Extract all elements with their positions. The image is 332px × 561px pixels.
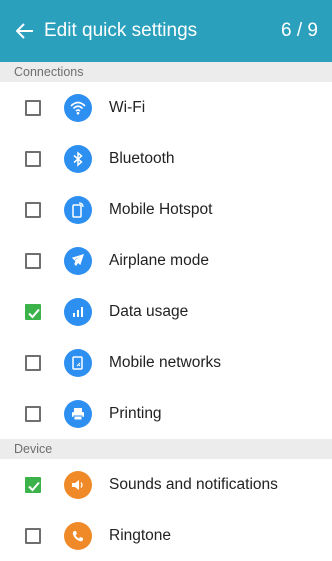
- list-item-label: Printing: [109, 404, 162, 422]
- printer-icon: [64, 399, 92, 428]
- app-bar: Edit quick settings 6 / 9: [0, 0, 332, 62]
- list-item-printing[interactable]: Printing: [0, 388, 332, 439]
- back-arrow-icon[interactable]: [14, 20, 36, 42]
- ringtone-icon: [64, 521, 92, 550]
- checkbox[interactable]: [25, 405, 41, 422]
- list-item-label: Bluetooth: [109, 149, 175, 167]
- list-item-mobile-hotspot[interactable]: Mobile Hotspot: [0, 184, 332, 235]
- list-item-label: Airplane mode: [109, 251, 209, 269]
- list-item-sounds-notifications[interactable]: Sounds and notifications: [0, 459, 332, 510]
- checkbox-checked[interactable]: [25, 303, 41, 320]
- selection-count: 6 / 9: [281, 20, 318, 41]
- list-item-label: Mobile Hotspot: [109, 200, 213, 218]
- list-item-data-usage[interactable]: Data usage: [0, 286, 332, 337]
- list-item-bluetooth[interactable]: Bluetooth: [0, 133, 332, 184]
- list-item-label: Data usage: [109, 302, 189, 320]
- check-icon: [28, 481, 40, 491]
- checkbox[interactable]: [25, 201, 41, 218]
- section-header-connections: Connections: [0, 62, 332, 82]
- checkbox-checked[interactable]: [25, 476, 41, 493]
- airplane-icon: [64, 246, 92, 275]
- list-item-label: Ringtone: [109, 526, 172, 544]
- bluetooth-icon: [64, 144, 92, 173]
- page-title: Edit quick settings: [44, 20, 198, 41]
- list-item-airplane-mode[interactable]: Airplane mode: [0, 235, 332, 286]
- section-header-device: Device: [0, 439, 332, 459]
- mobile-networks-icon: [64, 348, 92, 377]
- list-item-label: Wi-Fi: [109, 98, 146, 116]
- list-item-label: Sounds and notifications: [109, 475, 278, 493]
- list-item-mobile-networks[interactable]: Mobile networks: [0, 337, 332, 388]
- list-item-wifi[interactable]: Wi-Fi: [0, 82, 332, 133]
- checkbox[interactable]: [25, 150, 41, 167]
- list-item-label: Mobile networks: [109, 353, 221, 371]
- hotspot-icon: [64, 195, 92, 224]
- data-usage-icon: [64, 297, 92, 326]
- list-item-ringtone[interactable]: Ringtone: [0, 510, 332, 561]
- check-icon: [28, 308, 40, 318]
- sound-icon: [64, 470, 92, 499]
- wifi-icon: [64, 93, 92, 122]
- checkbox[interactable]: [25, 354, 41, 371]
- checkbox[interactable]: [25, 99, 41, 116]
- checkbox[interactable]: [25, 527, 41, 544]
- checkbox[interactable]: [25, 252, 41, 269]
